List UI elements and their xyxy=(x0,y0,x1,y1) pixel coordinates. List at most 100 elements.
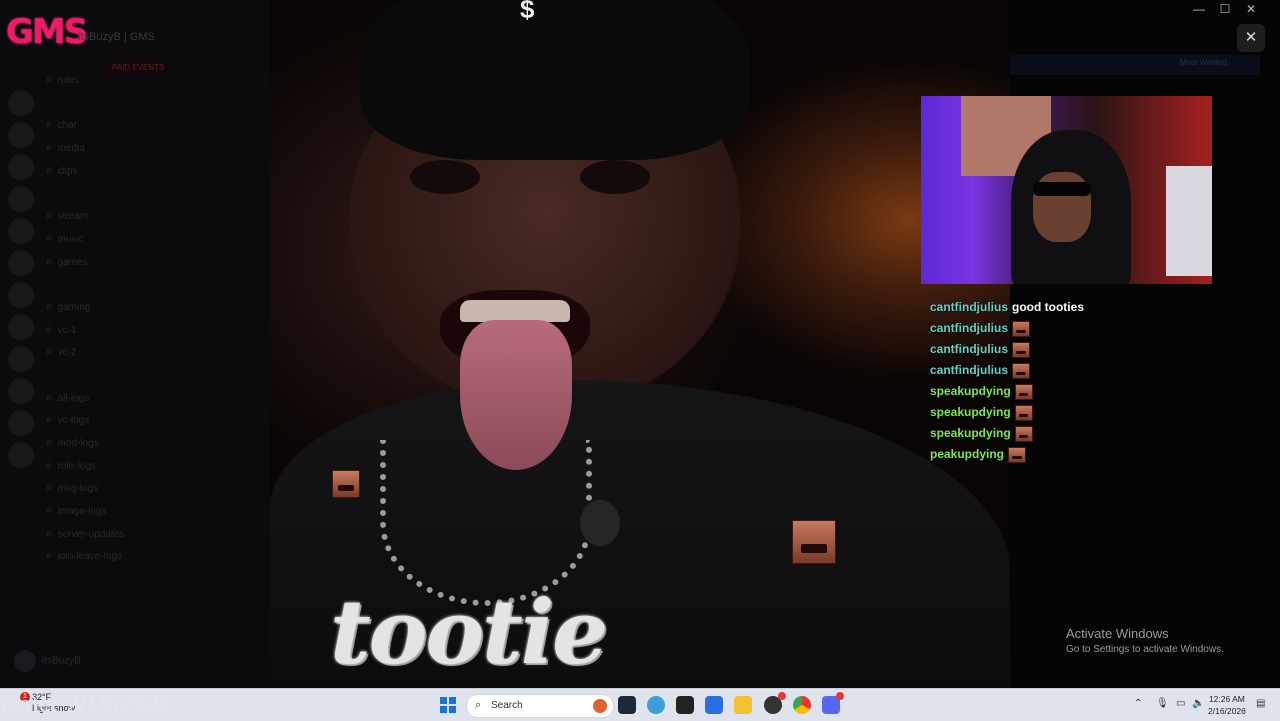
chat-emote-icon xyxy=(1014,384,1033,400)
discord-icon[interactable] xyxy=(822,692,844,714)
channel-label: music xyxy=(57,233,84,245)
store-icon[interactable] xyxy=(705,696,723,714)
search-icon: ⌕ xyxy=(475,699,482,711)
channel-item[interactable]: # music xyxy=(46,229,246,252)
hash-icon: # xyxy=(46,301,52,313)
hash-icon: # xyxy=(46,347,52,359)
network-icon[interactable]: ▭ xyxy=(1176,698,1185,709)
hash-icon: # xyxy=(46,415,52,427)
channel-list: # rules # chat # media # clips # stream # music # gam… xyxy=(46,70,246,569)
chat-emote-icon xyxy=(1008,447,1027,463)
server-icon[interactable] xyxy=(8,410,34,436)
browser-icon[interactable] xyxy=(647,696,665,714)
channel-label: mod-logs xyxy=(57,438,99,449)
server-icon[interactable] xyxy=(8,442,34,468)
channel-item[interactable]: # gaming xyxy=(46,297,246,320)
server-icon[interactable] xyxy=(8,282,34,308)
server-icon[interactable] xyxy=(8,378,34,404)
channel-label: media xyxy=(57,143,85,155)
webcam-overlay xyxy=(921,96,1212,284)
minimize-button[interactable]: — xyxy=(1186,2,1212,16)
chat-username[interactable]: cantfindjulius xyxy=(930,363,1008,377)
channel-item[interactable]: # msg-logs xyxy=(46,478,246,501)
avatar[interactable] xyxy=(14,650,36,672)
taskbar-search[interactable]: ⌕ Search xyxy=(466,694,614,718)
channel-item[interactable]: # mod-logs xyxy=(46,433,246,456)
hash-icon: # xyxy=(46,165,52,177)
chat-username[interactable]: cantfindjulius xyxy=(930,342,1008,356)
terminal-icon[interactable] xyxy=(676,696,694,714)
hash-icon: # xyxy=(46,143,52,155)
date-overlay: Date: 2/15/2026 xyxy=(2,692,174,717)
maximize-button[interactable]: ☐ xyxy=(1212,2,1238,16)
server-logo[interactable]: GMS xyxy=(6,12,88,56)
server-icon[interactable] xyxy=(8,154,34,180)
channel-label: image-logs xyxy=(57,506,107,518)
window-close-button[interactable]: ✕ xyxy=(1238,2,1264,16)
hash-icon: # xyxy=(46,120,52,132)
overlay-close-button[interactable]: ✕ xyxy=(1237,24,1265,52)
channel-label: join-leave-logs xyxy=(57,551,123,563)
chevron-up-icon[interactable]: ⌃ xyxy=(1134,698,1142,709)
chat-message: speakupdying xyxy=(930,405,1033,423)
channel-category[interactable] xyxy=(46,274,246,297)
channel-category[interactable] xyxy=(46,365,246,388)
server-icon[interactable] xyxy=(8,218,34,244)
channel-item[interactable]: # stream xyxy=(46,206,246,229)
chat-text: good tooties xyxy=(1012,300,1084,314)
channel-item[interactable]: # clips xyxy=(46,161,246,184)
server-icon[interactable] xyxy=(8,122,34,148)
beanie-logo: $ xyxy=(520,0,535,24)
channel-item[interactable]: # all-logs xyxy=(46,388,246,411)
clock-date: 2/16/2026 xyxy=(1208,706,1246,716)
chat-username[interactable]: cantfindjulius xyxy=(930,300,1008,314)
microphone-icon[interactable]: 🎙 xyxy=(1156,698,1169,709)
notification-icon[interactable]: ▤ xyxy=(1256,698,1265,709)
search-highlight-icon xyxy=(593,699,607,713)
user-panel[interactable]: itsBuzyB xyxy=(14,650,81,672)
shelf xyxy=(1166,166,1212,276)
channel-item[interactable]: # media xyxy=(46,138,246,161)
channel-label: vc-2 xyxy=(57,347,77,359)
floating-emote-icon xyxy=(792,520,836,564)
stream-video[interactable]: $ tootie xyxy=(270,0,1010,688)
server-icon[interactable] xyxy=(8,314,34,340)
channel-category[interactable] xyxy=(46,93,246,116)
chat-emote-icon xyxy=(1014,405,1033,421)
chrome-icon[interactable] xyxy=(793,696,811,714)
channel-item[interactable]: # chat xyxy=(46,115,246,138)
chat-message: speakupdying xyxy=(930,384,1033,402)
server-name[interactable]: itsBuzyB | GMS xyxy=(78,31,155,43)
obs-icon[interactable] xyxy=(764,692,786,714)
channel-item[interactable]: # join-leave-logs xyxy=(46,546,246,569)
server-icon[interactable] xyxy=(8,90,34,116)
chat-username[interactable]: cantfindjulius xyxy=(930,321,1008,335)
channel-item[interactable]: # vc-1 xyxy=(46,320,246,343)
volume-icon[interactable]: 🔈 xyxy=(1192,698,1204,709)
server-icon[interactable] xyxy=(8,346,34,372)
windows-start-icon[interactable] xyxy=(440,697,456,713)
channel-category[interactable] xyxy=(46,183,246,206)
chat-username[interactable]: peakupdying xyxy=(930,447,1004,461)
channel-item[interactable]: # server-updates xyxy=(46,524,246,547)
sunglasses xyxy=(1033,182,1091,196)
channel-label: clips xyxy=(57,165,78,177)
chat-username[interactable]: speakupdying xyxy=(930,384,1011,398)
file-explorer-icon[interactable] xyxy=(734,696,752,714)
server-icon[interactable] xyxy=(8,250,34,276)
chat-username[interactable]: speakupdying xyxy=(930,405,1011,419)
channel-item[interactable]: # vc-2 xyxy=(46,342,246,365)
activate-subtitle: Go to Settings to activate Windows. xyxy=(1066,644,1224,655)
channel-item[interactable]: # vc-logs xyxy=(46,410,246,433)
server-icon[interactable] xyxy=(8,186,34,212)
chat-message: cantfindjulius xyxy=(930,321,1030,339)
chat-username[interactable]: speakupdying xyxy=(930,426,1011,440)
channel-item[interactable]: # games xyxy=(46,252,246,275)
steam-icon[interactable] xyxy=(618,696,636,714)
system-clock[interactable]: 12:26 AM 2/16/2026 xyxy=(1208,693,1246,717)
channel-item[interactable]: # rules xyxy=(46,70,246,93)
channel-item[interactable]: # image-logs xyxy=(46,501,246,524)
chat-emote-icon xyxy=(1012,321,1030,337)
hash-icon: # xyxy=(46,460,52,472)
channel-item[interactable]: # role-logs xyxy=(46,456,246,479)
